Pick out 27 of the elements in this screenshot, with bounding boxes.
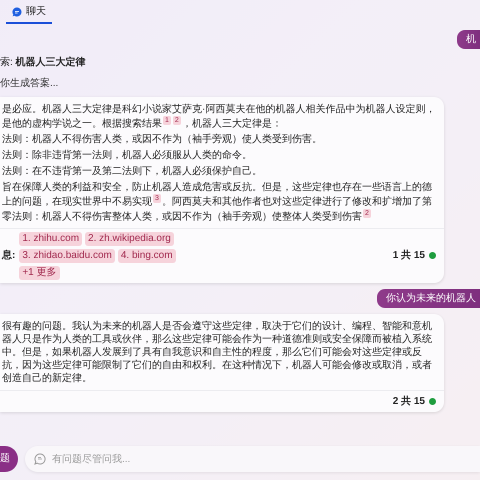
citation-link[interactable]: 3 bbox=[153, 194, 161, 204]
sources-label: 息: bbox=[2, 248, 16, 264]
user-message: 机 bbox=[457, 30, 480, 49]
chat-bubble-icon bbox=[12, 6, 22, 16]
answer-paragraph: 法则：除非违背第一法则，机器人必须服从人类的命令。 bbox=[2, 149, 253, 162]
citation-link[interactable]: 1 bbox=[163, 116, 171, 125]
source-chip[interactable]: 2. zh.wikipedia.org bbox=[85, 232, 174, 246]
answer-paragraph: 法则：在不违背第一及第二法则下，机器人必须保护自己。 bbox=[2, 165, 263, 178]
chat-input[interactable]: 有问题尽管问我... bbox=[25, 446, 480, 472]
answer-paragraph: 法则：机器人不得伤害人类，或因不作为（袖手旁观）使人类受到伤害。 bbox=[2, 133, 323, 146]
message-count: 2 共 15 bbox=[392, 394, 425, 409]
citation-link[interactable]: 2 bbox=[172, 116, 181, 125]
chat-bubble-icon bbox=[34, 452, 46, 464]
answer-paragraph: 是必应。机器人三大定律是科幻小说家艾萨克·阿西莫夫在他的机器人相关作品中为机器人设定则，是他的虚构学说之一。根据搜索结果 $^{1}$ $^{2}$ ，机器人三大定律是： bbox=[2, 103, 436, 130]
answer-paragraph: 很有趣的问题。我认为未来的机器人是否会遵守这些定律，取决于它们的设计、编程、智能和意机器人只是作为人类的工具或伙伴，那么这些定律可能会作为一种道德准则或安全保障而被植入系统中。但是，如果机器人发展到了具有自我意识和自主性的程度，那么它们可能会对这些定律或反抗，因为这些定律可能限制了它们的自由和权利。在这种情况下，机器人可能会修改或取消，或者创造自己的新定律。 bbox=[2, 320, 433, 385]
new-topic-button[interactable]: 题 bbox=[0, 446, 18, 472]
source-chip[interactable]: +1 更多 bbox=[19, 266, 60, 280]
message-count: 1 共 15 bbox=[392, 248, 425, 264]
progress-status: 你生成答案... bbox=[0, 76, 60, 91]
answer-paragraph: 旨在保障人类的利益和安全，防止机器人造成危害或反抗。但是，这些定律也存在一些语言上的德上的问题，在现实世界中不易实现 $^{3}$ 。阿西莫夫和其他作者也对这些定律进行了修改和扩增加了第零法则：机器人不得伤害整体人类，或因不作为（袖手旁观）使整体人类受到伤害 $^{2}$ bbox=[2, 181, 433, 223]
source-chip[interactable]: 1. zhihu.com bbox=[19, 232, 82, 246]
search-status: 索: 机器人三大定律 bbox=[0, 55, 87, 70]
source-chip[interactable]: 3. zhidao.baidu.com bbox=[19, 248, 115, 263]
source-chip[interactable]: 4. bing.com bbox=[118, 248, 176, 263]
user-message: 你认为未来的机器人 bbox=[377, 288, 480, 308]
chat-tab[interactable]: 聊天 bbox=[6, 0, 52, 24]
citation-link[interactable]: 2 bbox=[363, 208, 371, 218]
